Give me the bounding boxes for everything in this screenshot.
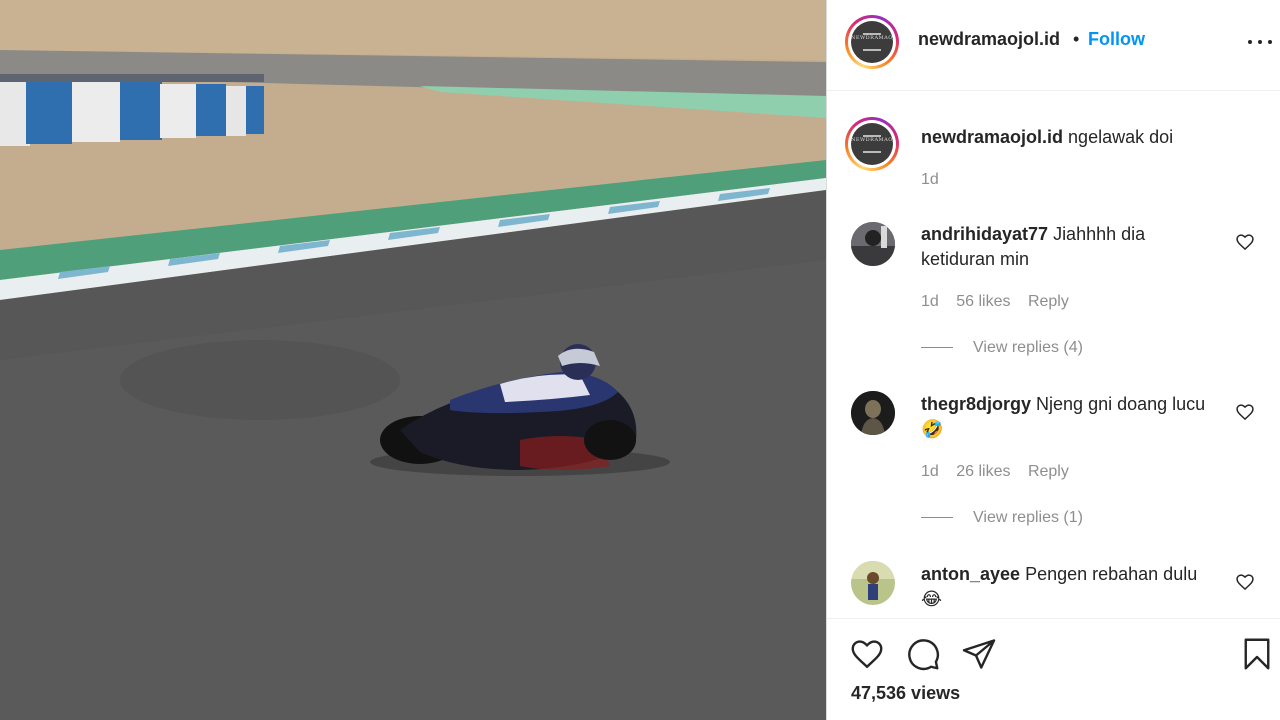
comment-text-block: anton_ayee Pengen rebahan dulu 😂 xyxy=(921,562,1221,612)
comment-text-block: andrihidayat77 Jiahhhh dia ketiduran min xyxy=(921,222,1221,272)
bookmark-icon[interactable] xyxy=(1239,636,1275,672)
avatar-logo: NEWDRAMAOJOL xyxy=(851,35,893,41)
commenter-avatar[interactable] xyxy=(851,391,895,435)
comments-list[interactable]: NEWDRAMAOJOL newdramaojol.id ngelawak do… xyxy=(827,92,1280,618)
profile-avatar[interactable]: NEWDRAMAOJOL xyxy=(845,15,899,69)
caption-username[interactable]: newdramaojol.id xyxy=(921,127,1063,147)
caption-text: ngelawak doi xyxy=(1068,127,1174,147)
post-side-panel: NEWDRAMAOJOL newdramaojol.id • Follow NE… xyxy=(826,0,1280,720)
view-replies-label: View replies (4) xyxy=(973,339,1083,356)
replies-divider xyxy=(921,517,953,519)
replies-divider xyxy=(921,347,953,349)
trackside-barriers xyxy=(0,74,264,146)
race-track-scene xyxy=(0,0,826,720)
reply-button[interactable]: Reply xyxy=(1028,463,1069,481)
comment-text-block: thegr8djorgy Njeng gni doang lucu 🤣 xyxy=(921,392,1221,442)
comment-time: 1d xyxy=(921,463,939,480)
avatar-logo: NEWDRAMAOJOL xyxy=(851,137,893,143)
view-replies-button[interactable]: View replies (1) xyxy=(921,509,1083,527)
post-video[interactable] xyxy=(0,0,826,720)
follow-button[interactable]: Follow xyxy=(1088,29,1145,50)
more-options-icon[interactable] xyxy=(1247,30,1273,54)
view-count[interactable]: 47,536 views xyxy=(851,683,960,704)
heart-icon[interactable] xyxy=(849,636,885,672)
commenter-avatar[interactable] xyxy=(851,222,895,266)
like-comment-heart-icon[interactable] xyxy=(1235,232,1255,252)
commenter-avatar[interactable] xyxy=(851,561,895,605)
post-header: NEWDRAMAOJOL newdramaojol.id • Follow xyxy=(827,0,1280,91)
comment-time: 1d xyxy=(921,293,939,310)
comment-likes[interactable]: 26 likes xyxy=(956,463,1010,481)
caption-avatar[interactable]: NEWDRAMAOJOL xyxy=(845,117,899,171)
post-username[interactable]: newdramaojol.id xyxy=(918,29,1060,50)
caption-time: 1d xyxy=(921,171,939,188)
caption-meta: 1d xyxy=(921,171,952,189)
comment-username[interactable]: andrihidayat77 xyxy=(921,224,1048,244)
comment-meta: 1d 26 likes Reply xyxy=(921,463,1082,481)
comment-likes[interactable]: 56 likes xyxy=(956,293,1010,311)
share-icon[interactable] xyxy=(961,636,997,672)
comment-username[interactable]: anton_ayee xyxy=(921,564,1020,584)
like-comment-heart-icon[interactable] xyxy=(1235,402,1255,422)
like-comment-heart-icon[interactable] xyxy=(1235,572,1255,592)
comment-username[interactable]: thegr8djorgy xyxy=(921,394,1031,414)
separator-dot: • xyxy=(1073,29,1080,49)
view-replies-button[interactable]: View replies (4) xyxy=(921,339,1083,357)
comment-meta: 1d 56 likes Reply xyxy=(921,293,1082,311)
comment-icon[interactable] xyxy=(905,636,941,672)
avatar-image xyxy=(851,561,895,605)
post-action-bar xyxy=(827,618,1280,720)
view-replies-label: View replies (1) xyxy=(973,509,1083,526)
caption: newdramaojol.id ngelawak doi xyxy=(921,125,1221,150)
avatar-image xyxy=(851,222,895,266)
avatar-image xyxy=(851,391,895,435)
reply-button[interactable]: Reply xyxy=(1028,293,1069,311)
